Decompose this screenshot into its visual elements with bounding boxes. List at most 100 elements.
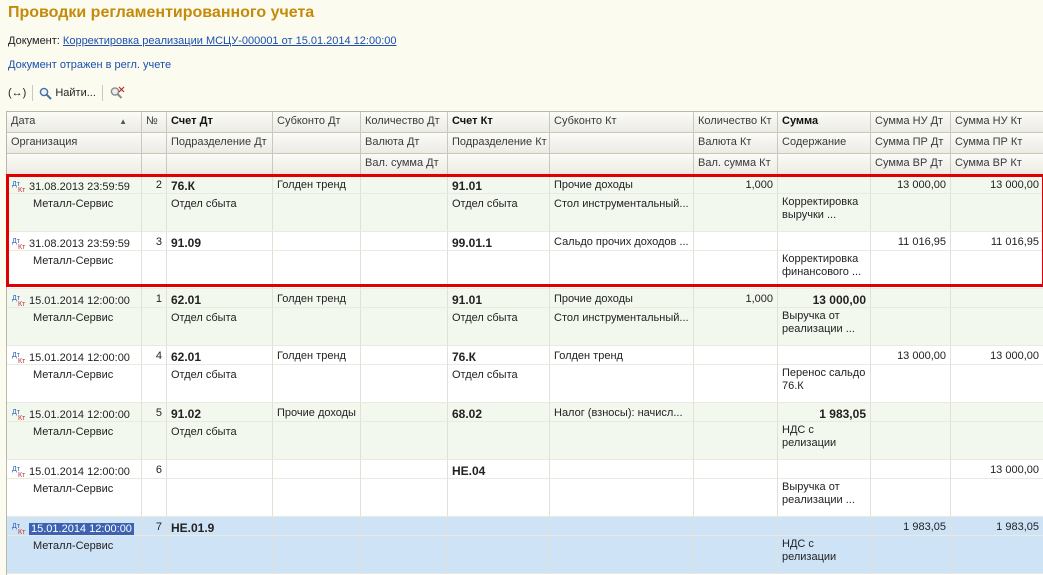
page-title: Проводки регламентированного учета bbox=[8, 4, 315, 21]
cancel-search-button[interactable] bbox=[109, 86, 125, 100]
empty-cell bbox=[361, 308, 448, 346]
table-row[interactable]: Дт Кт 15.01.2014 12:00:00 4 62.01 Голден трен… bbox=[7, 346, 1043, 403]
column-header[interactable]: Счет Дт bbox=[167, 112, 273, 133]
subconto-kt bbox=[550, 460, 694, 479]
posting-date: 15.01.2014 12:00:00 bbox=[29, 409, 130, 421]
account-dt: НЕ.01.9 bbox=[167, 517, 273, 536]
document-link[interactable]: Корректировка реализации МСЦУ-000001 от … bbox=[63, 35, 397, 47]
empty-cell bbox=[871, 194, 951, 232]
empty-cell bbox=[694, 251, 778, 289]
empty-cell bbox=[951, 308, 1043, 346]
sum-nu-kt bbox=[951, 403, 1043, 422]
column-header[interactable]: Сумма bbox=[778, 112, 871, 133]
column-header[interactable]: Сумма ВР Дт bbox=[871, 154, 951, 175]
organization: Металл-Сервис bbox=[7, 251, 142, 289]
division-dt: Отдел сбыта bbox=[167, 308, 273, 346]
account-kt: 76.К bbox=[448, 346, 550, 365]
date-cell: Дт Кт 31.08.2013 23:59:59 bbox=[7, 232, 142, 251]
account-kt: 91.01 bbox=[448, 175, 550, 194]
quantity-dt bbox=[361, 346, 448, 365]
expand-button[interactable]: (↔) bbox=[8, 87, 26, 99]
table-row[interactable]: Дт Кт 31.08.2013 23:59:59 2 76.К Голден тренд… bbox=[7, 175, 1043, 232]
division-kt: Отдел сбыта bbox=[448, 365, 550, 403]
sum-nu-dt bbox=[871, 460, 951, 479]
column-header[interactable]: Субконто Дт bbox=[273, 112, 361, 133]
posting-dt-kt-icon: Дт Кт bbox=[11, 407, 29, 421]
column-header[interactable]: Подразделение Кт bbox=[448, 133, 550, 154]
postings-table[interactable]: Дата ▲ № Счет Дт Субконто Дт Количество Дт Сче… bbox=[6, 111, 1043, 575]
posting-dt-kt-icon: Дт Кт bbox=[11, 236, 29, 250]
table-row[interactable]: Дт Кт 15.01.2014 12:00:00 1 62.01 Голден трен… bbox=[7, 289, 1043, 346]
date-cell: Дт Кт 15.01.2014 12:00:00 bbox=[7, 403, 142, 422]
empty-cell bbox=[871, 536, 951, 574]
date-cell: Дт Кт 15.01.2014 12:00:00 bbox=[7, 460, 142, 479]
empty-cell bbox=[951, 422, 1043, 460]
column-header[interactable]: Счет Кт bbox=[448, 112, 550, 133]
row-line-2: Металл-Сервис Отдел сбыта Отдел сбыта Стол … bbox=[7, 194, 1043, 232]
sum-nu-kt bbox=[951, 289, 1043, 308]
column-header[interactable] bbox=[142, 154, 167, 175]
posting-dt-kt-icon: Дт Кт bbox=[11, 293, 29, 307]
empty-cell bbox=[142, 536, 167, 574]
column-header[interactable] bbox=[448, 154, 550, 175]
column-header[interactable]: Вал. сумма Дт bbox=[361, 154, 448, 175]
column-header[interactable]: Сумма ПР Дт bbox=[871, 133, 951, 154]
table-row[interactable]: Дт Кт 15.01.2014 12:00:00 7 НЕ.01.9 1 983,05 1… bbox=[7, 517, 1043, 574]
sum-value bbox=[778, 175, 871, 194]
column-header[interactable] bbox=[7, 154, 142, 175]
column-header[interactable] bbox=[273, 154, 361, 175]
empty-cell bbox=[142, 422, 167, 460]
column-header[interactable] bbox=[550, 154, 694, 175]
table-row[interactable]: Дт Кт 15.01.2014 12:00:00 5 91.02 Прочие дохо… bbox=[7, 403, 1043, 460]
svg-text:Кт: Кт bbox=[18, 472, 26, 478]
column-header[interactable] bbox=[167, 154, 273, 175]
account-kt: 99.01.1 bbox=[448, 232, 550, 251]
find-button[interactable]: Найти... bbox=[39, 87, 96, 100]
sort-ascending-icon[interactable]: ▲ bbox=[119, 117, 127, 126]
table-row[interactable]: Дт Кт 31.08.2013 23:59:59 3 91.09 99.01.1 Саль… bbox=[7, 232, 1043, 289]
row-line-2: Металл-Сервис Отдел сбыта Отдел сбыта Стол … bbox=[7, 308, 1043, 346]
organization: Металл-Сервис bbox=[7, 536, 142, 574]
empty-cell bbox=[951, 251, 1043, 289]
svg-text:Кт: Кт bbox=[18, 529, 26, 535]
column-header[interactable]: Дата ▲ bbox=[7, 112, 142, 133]
posting-date: 15.01.2014 12:00:00 bbox=[29, 523, 134, 535]
column-header[interactable]: Субконто Кт bbox=[550, 112, 694, 133]
sum-nu-kt: 13 000,00 bbox=[951, 175, 1043, 194]
organization: Металл-Сервис bbox=[7, 422, 142, 460]
date-cell: Дт Кт 15.01.2014 12:00:00 bbox=[7, 289, 142, 308]
column-header[interactable]: Сумма ВР Кт bbox=[951, 154, 1043, 175]
column-header[interactable]: Подразделение Дт bbox=[167, 133, 273, 154]
column-header[interactable]: Содержание bbox=[778, 133, 871, 154]
column-header[interactable]: Валюта Дт bbox=[361, 133, 448, 154]
row-line-1: Дт Кт 15.01.2014 12:00:00 6 НЕ.04 13 000,00 bbox=[7, 460, 1043, 479]
subconto-kt-2 bbox=[550, 479, 694, 517]
column-header[interactable]: Сумма НУ Дт bbox=[871, 112, 951, 133]
empty-cell bbox=[273, 536, 361, 574]
empty-cell bbox=[694, 422, 778, 460]
column-header[interactable]: Валюта Кт bbox=[694, 133, 778, 154]
table-row[interactable]: Дт Кт 15.01.2014 12:00:00 6 НЕ.04 13 000,00 Ме… bbox=[7, 460, 1043, 517]
empty-cell bbox=[142, 251, 167, 289]
column-header[interactable]: Организация bbox=[7, 133, 142, 154]
row-number: 4 bbox=[142, 346, 167, 365]
column-header[interactable] bbox=[778, 154, 871, 175]
content-text: Выручка от реализации ... bbox=[778, 308, 871, 346]
empty-cell bbox=[871, 365, 951, 403]
column-header[interactable]: Вал. сумма Кт bbox=[694, 154, 778, 175]
column-header[interactable]: Количество Дт bbox=[361, 112, 448, 133]
account-dt: 76.К bbox=[167, 175, 273, 194]
empty-cell bbox=[273, 194, 361, 232]
quantity-kt bbox=[694, 403, 778, 422]
document-reflected-text: Документ отражен в регл. учете bbox=[8, 59, 172, 71]
division-dt: Отдел сбыта bbox=[167, 422, 273, 460]
column-header[interactable]: Сумма ПР Кт bbox=[951, 133, 1043, 154]
column-header[interactable]: Количество Кт bbox=[694, 112, 778, 133]
column-header[interactable]: № bbox=[142, 112, 167, 133]
column-header[interactable] bbox=[550, 133, 694, 154]
column-header[interactable] bbox=[273, 133, 361, 154]
column-header[interactable] bbox=[142, 133, 167, 154]
column-header[interactable]: Сумма НУ Кт bbox=[951, 112, 1043, 133]
row-line-2: Металл-Сервис НДС с релизации bbox=[7, 536, 1043, 574]
svg-text:Кт: Кт bbox=[18, 301, 26, 307]
